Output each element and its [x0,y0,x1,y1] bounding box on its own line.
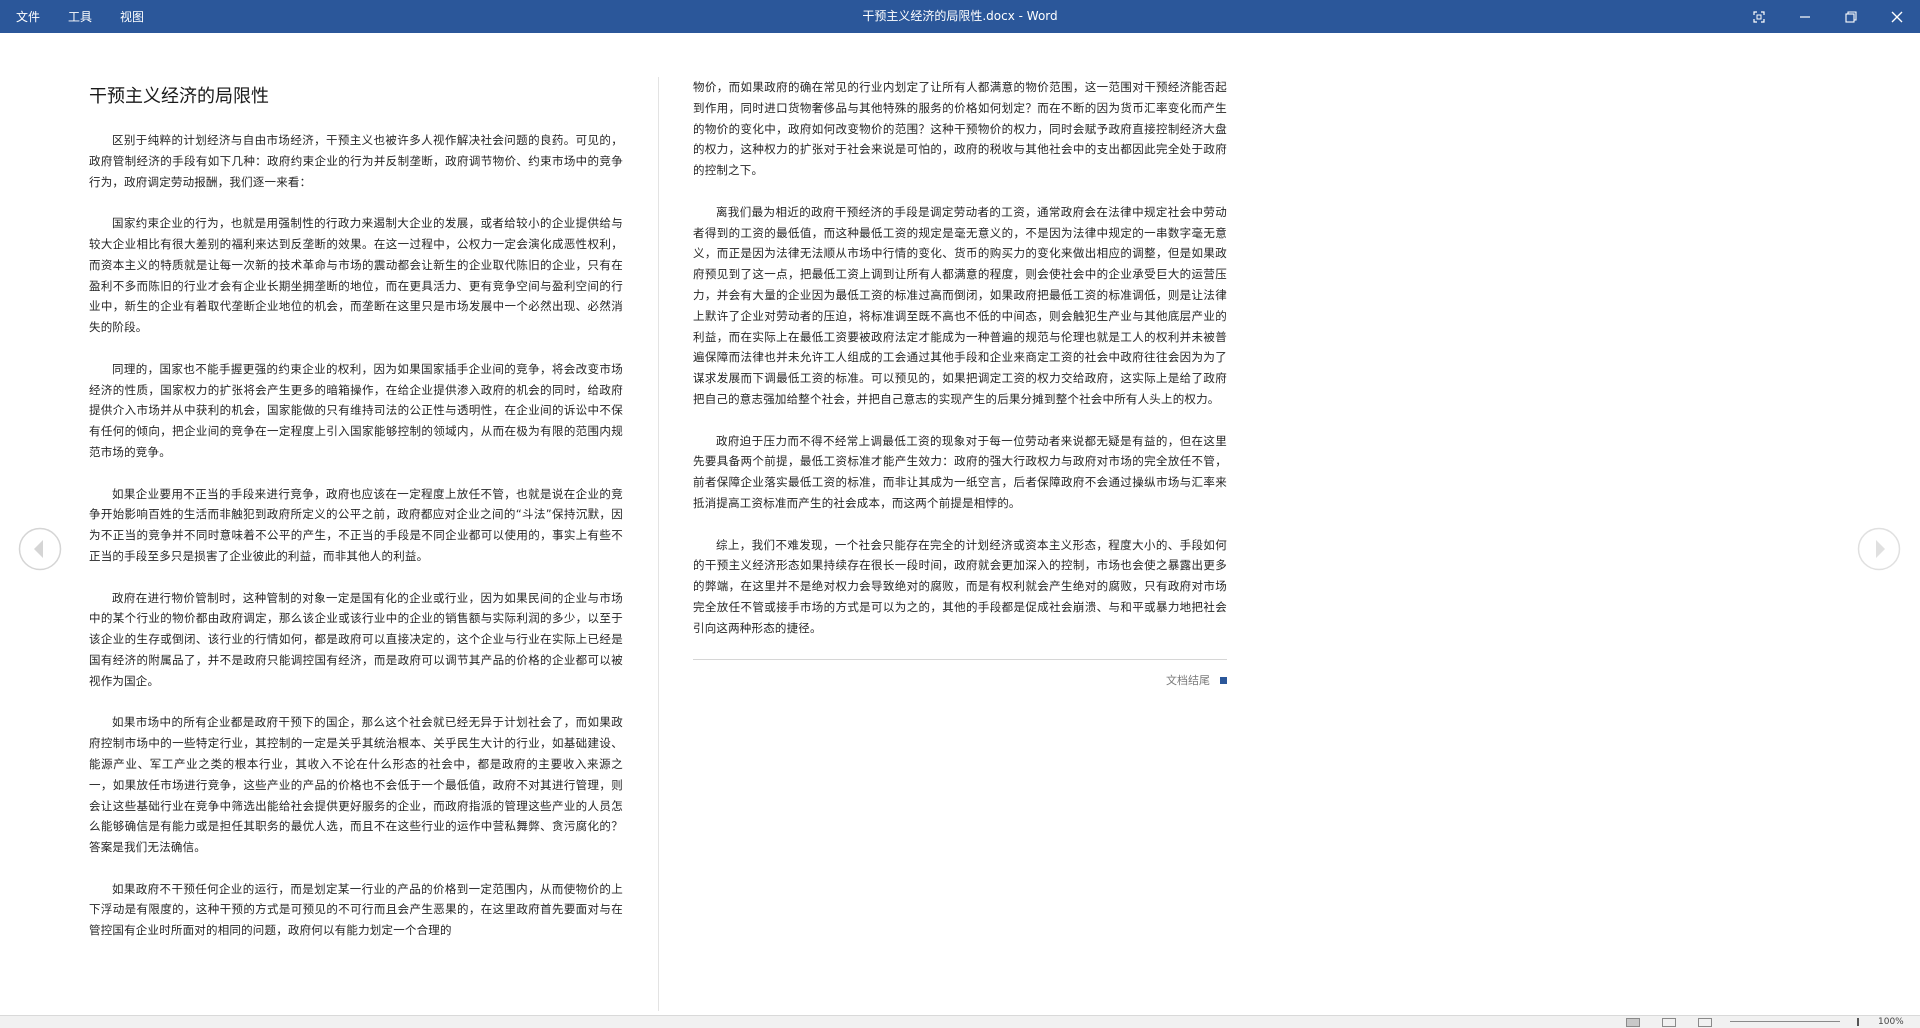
end-square-icon [1220,676,1227,684]
menu-view[interactable]: 视图 [120,8,144,25]
status-bar: 100% [0,1015,1920,1028]
read-mode-view: 干预主义经济的局限性 区别于纯粹的计划经济与自由市场经济，干预主义也被许多人视作… [0,33,1920,1015]
paragraph: 综上，我们不难发现，一个社会只能存在完全的计划经济或资本主义形态，程度大小的、手… [693,537,1227,635]
paragraph: 物价，而如果政府的确在常见的行业内划定了让所有人都满意的物价范围，这一范围对干预… [693,80,1227,178]
paragraph: 区别于纯粹的计划经济与自由市场经济，干预主义也被许多人视作解决社会问题的良药。可… [89,133,623,189]
paragraph: 国家约束企业的行为，也就是用强制性的行政力来遏制大企业的发展，或者给较小的企业提… [89,216,623,335]
end-of-document-label: 文档结尾 [1166,674,1210,688]
fit-screen-button[interactable] [1736,0,1782,33]
minimize-button[interactable] [1782,0,1828,33]
restore-button[interactable] [1828,0,1874,33]
paragraph: 如果市场中的所有企业都是政府干预下的国企，那么这个社会就已经无异于计划社会了，而… [89,715,623,855]
title-bar: 文件 工具 视图 干预主义经济的局限性.docx - Word [0,0,1920,33]
menu-file[interactable]: 文件 [16,8,40,25]
column-divider [658,77,659,1011]
zoom-slider[interactable] [1730,1021,1840,1022]
close-button[interactable] [1874,0,1920,33]
paragraph: 如果政府不干预任何企业的运行，而是划定某一行业的产品的价格到一定范围内，从而使物… [89,881,623,938]
document-heading: 干预主义经济的局限性 [89,86,269,107]
end-of-document-marker: 文档结尾 [693,672,1227,688]
read-mode-icon[interactable] [1626,1017,1640,1027]
paragraph: 离我们最为相近的政府干预经济的手段是调定劳动者的工资，通常政府会在法律中规定社会… [693,204,1227,406]
menu-bar: 文件 工具 视图 [16,0,172,33]
window-controls [1736,0,1920,33]
menu-tools[interactable]: 工具 [68,8,92,25]
zoom-level[interactable]: 100% [1878,1016,1904,1028]
next-page-button[interactable] [1857,527,1901,571]
chevron-right-icon [1857,527,1901,571]
close-icon [1891,11,1903,22]
web-layout-icon[interactable] [1698,1017,1712,1027]
paragraph: 政府在进行物价管制时，这种管制的对象一定是国有化的企业或行业，因为如果民间的企业… [89,590,623,688]
restore-icon [1845,10,1857,23]
window-title: 干预主义经济的局限性.docx - Word [862,9,1058,23]
view-switcher [1626,1016,1734,1028]
paragraph: 如果企业要用不正当的手段来进行竞争，政府也应该在一定程度上放任不管，也就是说在企… [89,486,623,563]
page-column-right: 物价，而如果政府的确在常见的行业内划定了让所有人都满意的物价范围，这一范围对干预… [693,77,1227,688]
end-of-document-rule [693,659,1227,661]
print-layout-icon[interactable] [1662,1017,1676,1027]
zoom-slider-thumb[interactable] [1857,1018,1859,1026]
paragraph: 同理的，国家也不能手握更强的约束企业的权利，因为如果国家插手企业间的竞争，将会改… [89,361,623,459]
paragraph: 政府迫于压力而不得不经常上调最低工资的现象对于每一位劳动者来说都无疑是有益的，但… [693,433,1227,510]
fit-screen-icon [1753,10,1765,23]
page-column-left: 干预主义经济的局限性 区别于纯粹的计划经济与自由市场经济，干预主义也被许多人视作… [89,85,623,1005]
previous-page-button[interactable] [18,527,62,571]
chevron-left-icon [18,527,62,571]
minimize-icon [1800,15,1810,18]
